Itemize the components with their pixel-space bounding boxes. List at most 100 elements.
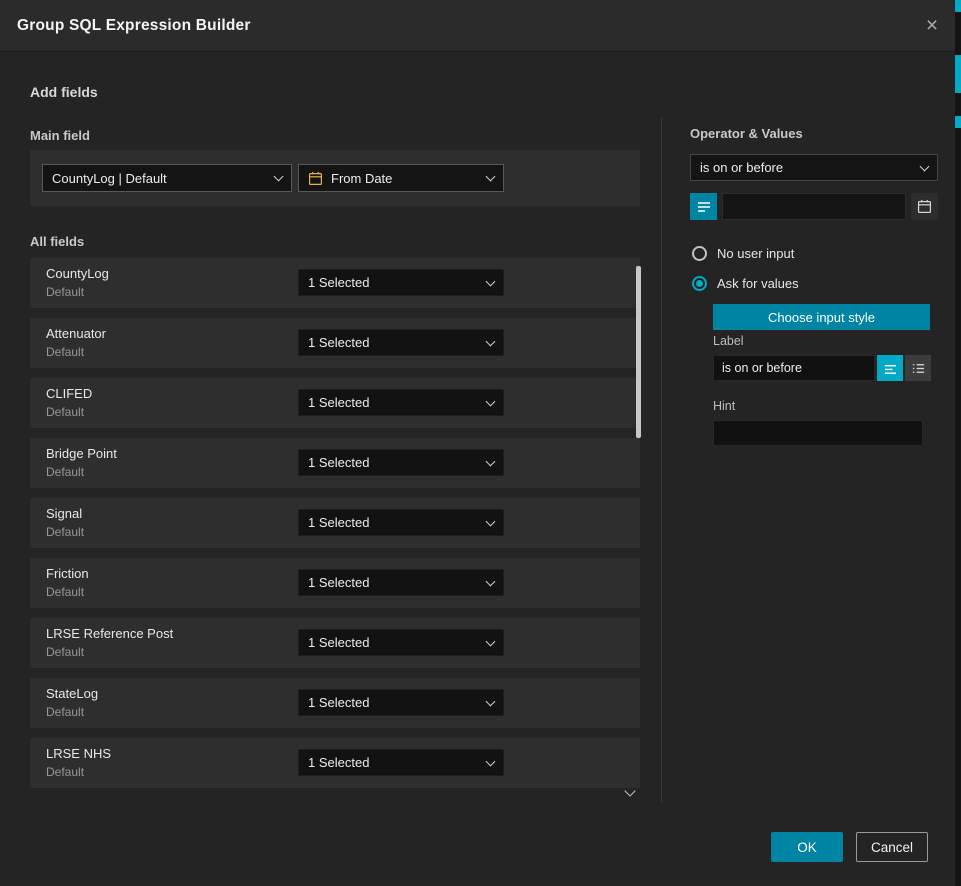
list-input-icon bbox=[911, 361, 926, 376]
field-name: StateLog bbox=[46, 686, 98, 701]
field-values-select[interactable]: 1 Selected bbox=[298, 749, 504, 776]
choose-input-style-button[interactable]: Choose input style bbox=[713, 304, 930, 330]
list-scrollbar-thumb[interactable] bbox=[636, 266, 641, 438]
radio-selected-icon bbox=[692, 276, 707, 291]
cancel-button[interactable]: Cancel bbox=[856, 832, 928, 862]
field-sublabel: Default bbox=[46, 405, 84, 419]
calendar-icon bbox=[917, 199, 932, 214]
field-values-select-value: 1 Selected bbox=[308, 635, 369, 650]
field-values-select[interactable]: 1 Selected bbox=[298, 509, 504, 536]
main-field-heading: Main field bbox=[30, 128, 90, 143]
main-field-row: CountyLog | Default From Date bbox=[30, 150, 640, 206]
field-row: Bridge Point Default 1 Selected bbox=[30, 438, 640, 488]
radio-ask-for-values[interactable]: Ask for values bbox=[692, 276, 799, 291]
field-values-select[interactable]: 1 Selected bbox=[298, 389, 504, 416]
label-caption: Label bbox=[713, 334, 744, 348]
operator-select[interactable]: is on or before bbox=[690, 154, 938, 181]
date-picker-button[interactable] bbox=[911, 193, 938, 220]
chevron-down-icon bbox=[486, 276, 496, 286]
main-field-select-value: From Date bbox=[331, 171, 392, 186]
close-icon[interactable]: × bbox=[915, 0, 949, 52]
page-edge-strip bbox=[955, 0, 961, 886]
field-sublabel: Default bbox=[46, 705, 84, 719]
main-field-select[interactable]: From Date bbox=[298, 164, 504, 192]
field-name: CountyLog bbox=[46, 266, 109, 281]
field-values-select[interactable]: 1 Selected bbox=[298, 569, 504, 596]
chevron-down-icon bbox=[486, 636, 496, 646]
field-lines-icon bbox=[696, 199, 712, 215]
edge-accent-segment bbox=[955, 116, 961, 128]
chevron-down-icon bbox=[486, 756, 496, 766]
field-sublabel: Default bbox=[46, 525, 84, 539]
label-input[interactable] bbox=[713, 355, 875, 381]
calendar-icon bbox=[308, 171, 323, 186]
chevron-down-icon bbox=[486, 396, 496, 406]
field-sublabel: Default bbox=[46, 285, 84, 299]
chevron-down-icon bbox=[486, 336, 496, 346]
field-mode-button[interactable] bbox=[690, 193, 717, 220]
column-divider bbox=[661, 118, 662, 802]
chevron-down-icon bbox=[274, 172, 284, 182]
chevron-down-icon bbox=[486, 696, 496, 706]
add-fields-heading: Add fields bbox=[30, 84, 98, 100]
field-name: Friction bbox=[46, 566, 89, 581]
field-values-select-value: 1 Selected bbox=[308, 575, 369, 590]
chevron-down-icon bbox=[486, 516, 496, 526]
radio-no-user-input[interactable]: No user input bbox=[692, 246, 794, 261]
field-values-select[interactable]: 1 Selected bbox=[298, 689, 504, 716]
chevron-down-icon bbox=[920, 161, 930, 171]
field-row: Attenuator Default 1 Selected bbox=[30, 318, 640, 368]
dialog-title: Group SQL Expression Builder bbox=[0, 17, 251, 35]
field-values-select[interactable]: 1 Selected bbox=[298, 629, 504, 656]
field-name: Signal bbox=[46, 506, 82, 521]
field-values-select-value: 1 Selected bbox=[308, 755, 369, 770]
ok-button[interactable]: OK bbox=[771, 832, 843, 862]
field-name: LRSE NHS bbox=[46, 746, 111, 761]
field-values-select[interactable]: 1 Selected bbox=[298, 449, 504, 476]
field-values-select-value: 1 Selected bbox=[308, 395, 369, 410]
radio-label: Ask for values bbox=[717, 276, 799, 291]
group-sql-expression-builder-dialog: Group SQL Expression Builder × Add field… bbox=[0, 0, 961, 886]
radio-label: No user input bbox=[717, 246, 794, 261]
field-values-select-value: 1 Selected bbox=[308, 515, 369, 530]
field-row: LRSE NHS Default 1 Selected bbox=[30, 738, 640, 788]
field-values-select-value: 1 Selected bbox=[308, 275, 369, 290]
layer-select[interactable]: CountyLog | Default bbox=[42, 164, 292, 192]
chevron-down-icon bbox=[486, 172, 496, 182]
field-values-select[interactable]: 1 Selected bbox=[298, 269, 504, 296]
field-values-select-value: 1 Selected bbox=[308, 695, 369, 710]
all-fields-heading: All fields bbox=[30, 234, 84, 249]
field-sublabel: Default bbox=[46, 645, 84, 659]
label-row bbox=[713, 355, 931, 381]
field-row: LRSE Reference Post Default 1 Selected bbox=[30, 618, 640, 668]
single-line-input-style-button[interactable] bbox=[877, 355, 903, 381]
dialog-header: Group SQL Expression Builder × bbox=[0, 0, 961, 52]
edge-accent-segment bbox=[955, 0, 961, 12]
field-values-select[interactable]: 1 Selected bbox=[298, 329, 504, 356]
operator-values-heading: Operator & Values bbox=[690, 126, 803, 141]
value-input[interactable] bbox=[722, 193, 906, 220]
field-row: Signal Default 1 Selected bbox=[30, 498, 640, 548]
single-line-input-icon bbox=[883, 361, 898, 376]
field-row: CLIFED Default 1 Selected bbox=[30, 378, 640, 428]
field-row: CountyLog Default 1 Selected bbox=[30, 258, 640, 308]
hint-input[interactable] bbox=[713, 420, 923, 446]
field-row: Friction Default 1 Selected bbox=[30, 558, 640, 608]
operator-select-value: is on or before bbox=[700, 160, 783, 175]
layer-select-value: CountyLog | Default bbox=[52, 171, 167, 186]
field-sublabel: Default bbox=[46, 465, 84, 479]
field-sublabel: Default bbox=[46, 585, 84, 599]
list-input-style-button[interactable] bbox=[905, 355, 931, 381]
field-name: Bridge Point bbox=[46, 446, 117, 461]
field-name: CLIFED bbox=[46, 386, 92, 401]
all-fields-list: CountyLog Default 1 Selected Attenuator … bbox=[30, 258, 640, 798]
field-sublabel: Default bbox=[46, 765, 84, 779]
field-name: LRSE Reference Post bbox=[46, 626, 173, 641]
radio-icon bbox=[692, 246, 707, 261]
edge-accent-segment bbox=[955, 55, 961, 93]
hint-caption: Hint bbox=[713, 399, 735, 413]
field-sublabel: Default bbox=[46, 345, 84, 359]
field-row: StateLog Default 1 Selected bbox=[30, 678, 640, 728]
field-values-select-value: 1 Selected bbox=[308, 455, 369, 470]
chevron-down-icon bbox=[486, 576, 496, 586]
